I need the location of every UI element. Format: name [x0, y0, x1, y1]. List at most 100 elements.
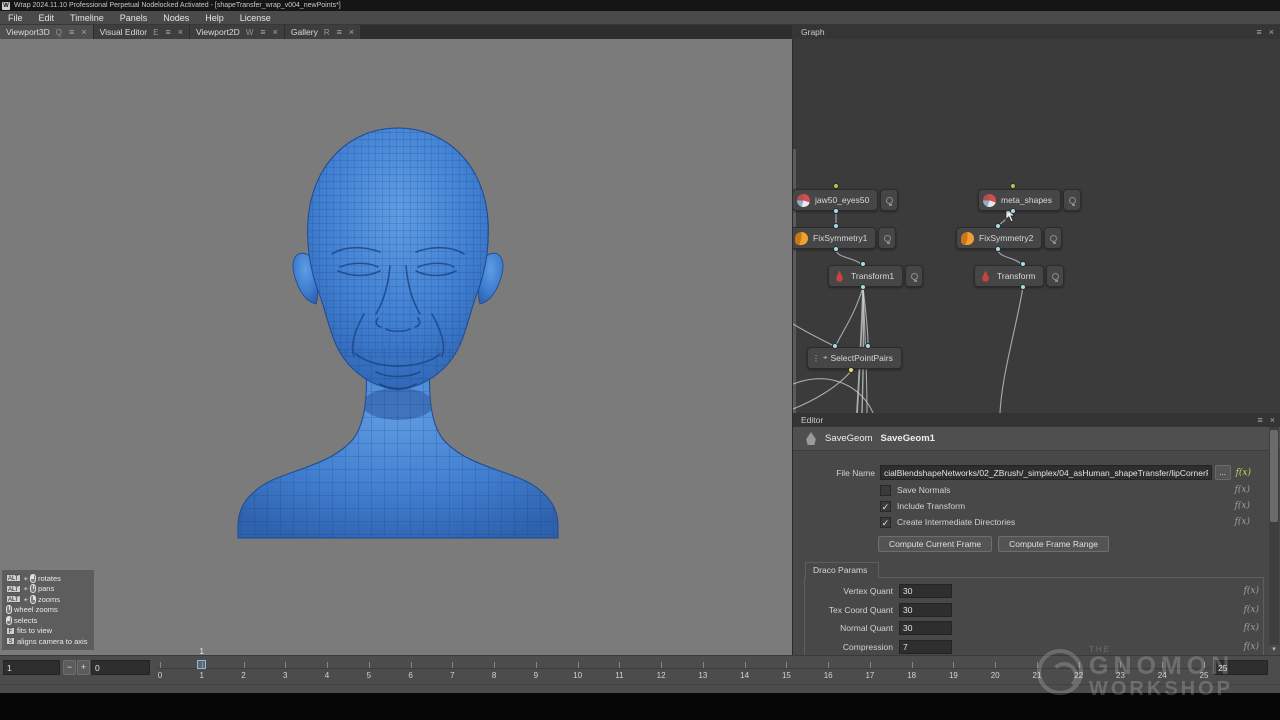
node-connector-dot[interactable] [995, 223, 1001, 229]
menu-license[interactable]: License [232, 13, 279, 23]
frame-tick [828, 662, 829, 668]
node-connector-dot[interactable] [995, 246, 1001, 252]
frame-number: 16 [818, 671, 838, 680]
node-name: SaveGeom1 [881, 433, 935, 444]
node-connector-dot[interactable] [848, 367, 854, 373]
browse-button[interactable]: ... [1215, 465, 1231, 480]
keycap-alt: ALT [6, 595, 21, 603]
compute-frame-range-button[interactable]: Compute Frame Range [998, 536, 1109, 552]
param-value-input[interactable] [899, 584, 952, 598]
tab-viewport3d[interactable]: Viewport3D Q ≡ × [0, 25, 93, 39]
graph-node-meta-shapes[interactable]: meta_shapes [978, 189, 1081, 211]
frame-tick [953, 662, 954, 668]
scroll-down-arrow-icon[interactable]: ▾ [1269, 645, 1279, 655]
node-connector-dot[interactable] [860, 261, 866, 267]
file-name-input[interactable] [880, 465, 1212, 480]
node-connector-dot[interactable] [832, 343, 838, 349]
node-connector-dot[interactable] [1020, 261, 1026, 267]
graph-node-transform1[interactable]: Transform1 [828, 265, 923, 287]
editor-scrollbar[interactable]: ▾ [1269, 427, 1279, 655]
checkbox[interactable]: ✓ [880, 517, 891, 528]
node-visibility-toggle[interactable] [1063, 189, 1081, 211]
node-connector-dot[interactable] [860, 284, 866, 290]
end-frame-input[interactable] [1214, 660, 1268, 675]
node-connector-dot[interactable] [833, 246, 839, 252]
node-visibility-toggle[interactable] [880, 189, 898, 211]
checkbox[interactable] [880, 485, 891, 496]
graph-node-transform[interactable]: Transform [974, 265, 1064, 287]
graph-node-jaw50-eyes50[interactable]: jaw50_eyes50 [792, 189, 898, 211]
fx-expression-button[interactable]: f(x) [1244, 642, 1259, 652]
param-value-input[interactable] [899, 621, 952, 635]
transform-node-icon [833, 270, 846, 283]
node-output-dot[interactable] [833, 183, 839, 189]
compute-current-frame-button[interactable]: Compute Current Frame [878, 536, 992, 552]
node-visibility-toggle[interactable] [878, 227, 896, 249]
scrollbar-thumb[interactable] [1270, 430, 1278, 522]
tab-menu-icon[interactable]: ≡ [165, 27, 170, 37]
head-mesh-3d-model[interactable] [228, 118, 568, 543]
fx-expression-button[interactable]: f(x) [1235, 517, 1250, 527]
menu-nodes[interactable]: Nodes [155, 13, 197, 23]
graph-node-selectpointpairs[interactable]: ⋮ ⌖ SelectPointPairs [807, 347, 902, 369]
menu-panels[interactable]: Panels [112, 13, 156, 23]
checkbox-row: ✓Create Intermediate Directoriesf(x) [880, 514, 1250, 530]
panel-close-icon[interactable]: × [1270, 415, 1275, 425]
menu-file[interactable]: File [0, 13, 31, 23]
frame-tick [327, 662, 328, 668]
node-visibility-toggle[interactable] [1046, 265, 1064, 287]
panel-close-icon[interactable]: × [1269, 27, 1274, 37]
lightbulb-icon [1069, 197, 1076, 204]
tab-close-icon[interactable]: × [349, 27, 354, 37]
frame-number: 25 [1194, 671, 1214, 680]
node-output-dot[interactable] [1010, 183, 1016, 189]
checkbox[interactable]: ✓ [880, 501, 891, 512]
node-connector-dot[interactable] [865, 343, 871, 349]
tab-close-icon[interactable]: × [81, 27, 86, 37]
panel-menu-icon[interactable]: ≡ [1256, 27, 1261, 37]
node-connector-dot[interactable] [1020, 284, 1026, 290]
frame-number: 24 [1152, 671, 1172, 680]
fx-expression-button[interactable]: f(x) [1235, 485, 1250, 495]
menu-timeline[interactable]: Timeline [62, 13, 112, 23]
fx-expression-button[interactable]: f(x) [1235, 501, 1250, 511]
node-connector-dot[interactable] [833, 208, 839, 214]
node-visibility-toggle[interactable] [905, 265, 923, 287]
tab-menu-icon[interactable]: ≡ [337, 27, 342, 37]
frame-number: 7 [442, 671, 462, 680]
menu-edit[interactable]: Edit [31, 13, 63, 23]
tab-close-icon[interactable]: × [273, 27, 278, 37]
node-connector-dot[interactable] [833, 223, 839, 229]
node-connector-dot[interactable] [1010, 208, 1016, 214]
fx-expression-button[interactable]: f(x) [1236, 468, 1251, 478]
tab-menu-icon[interactable]: ≡ [260, 27, 265, 37]
app-logo-icon: W [2, 2, 10, 10]
frame-increment-button[interactable]: + [77, 660, 90, 675]
tab-viewport2d[interactable]: Viewport2D W ≡ × [190, 25, 284, 39]
graph-node-fixsymmetry2[interactable]: FixSymmetry2 [956, 227, 1062, 249]
tab-close-icon[interactable]: × [178, 27, 183, 37]
current-frame-input[interactable] [3, 660, 60, 675]
frame-decrement-button[interactable]: − [63, 660, 76, 675]
mouse-left-button-icon [6, 616, 12, 625]
fx-expression-button[interactable]: f(x) [1244, 605, 1259, 615]
param-value-input[interactable] [899, 640, 952, 654]
start-frame-input[interactable] [91, 660, 150, 675]
panel-menu-icon[interactable]: ≡ [1257, 415, 1262, 425]
graph-node-fixsymmetry1[interactable]: FixSymmetry1 [792, 227, 896, 249]
fx-expression-button[interactable]: f(x) [1244, 623, 1259, 633]
playhead-marker[interactable] [197, 660, 206, 669]
tab-menu-icon[interactable]: ≡ [69, 27, 74, 37]
node-graph-panel[interactable]: jaw50_eyes50 meta_shapes FixSymmetry1 Fi… [792, 39, 1280, 413]
tab-gallery[interactable]: Gallery R ≡ × [285, 25, 360, 39]
transform-node-icon [979, 270, 992, 283]
frame-tick [536, 662, 537, 668]
node-visibility-toggle[interactable] [1044, 227, 1062, 249]
viewport-3d[interactable]: ALT+ rotatesALT+ pansALT+ zooms wheel zo… [0, 39, 792, 655]
draco-params-tab[interactable]: Draco Params [805, 562, 879, 578]
tab-label: Viewport2D [196, 27, 240, 37]
menu-help[interactable]: Help [197, 13, 232, 23]
param-value-input[interactable] [899, 603, 952, 617]
fx-expression-button[interactable]: f(x) [1244, 586, 1259, 596]
tab-visual-editor[interactable]: Visual Editor E ≡ × [94, 25, 189, 39]
